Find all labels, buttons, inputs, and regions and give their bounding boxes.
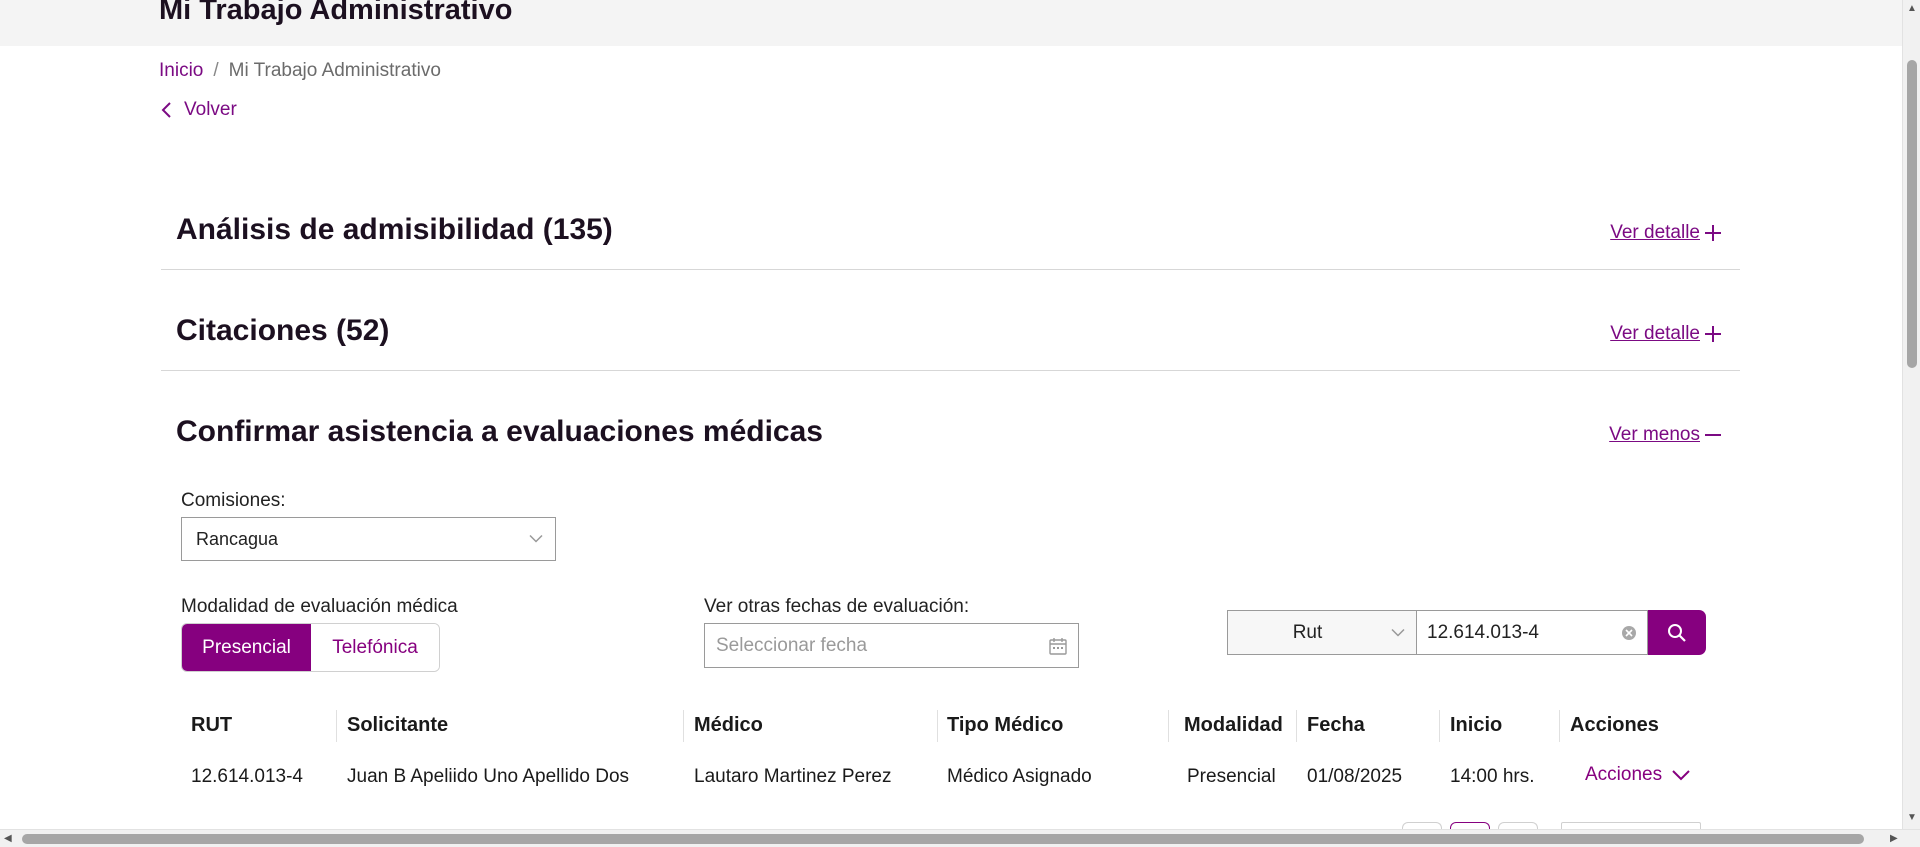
page-title: Mi Trabajo Administrativo (159, 0, 513, 26)
scroll-left-arrow-icon[interactable]: ◀ (4, 834, 12, 844)
search-type-select[interactable]: Rut (1227, 610, 1417, 655)
cell-inicio: 14:00 hrs. (1450, 766, 1535, 787)
breadcrumb: Inicio / Mi Trabajo Administrativo (159, 60, 441, 82)
search-button[interactable] (1648, 610, 1706, 655)
scroll-right-arrow-icon[interactable]: ▶ (1890, 834, 1898, 844)
ver-menos-link[interactable]: Ver menos (1609, 424, 1722, 446)
column-divider (336, 710, 337, 742)
comisiones-selected-value: Rancagua (196, 528, 279, 549)
section-confirmar-asistencia: Confirmar asistencia a evaluaciones médi… (161, 412, 1740, 462)
row-actions-label: Acciones (1585, 764, 1663, 785)
vertical-scrollbar-thumb[interactable] (1907, 60, 1917, 368)
cell-modalidad: Presencial (1187, 766, 1276, 787)
toggle-label: Ver detalle (1610, 222, 1700, 243)
minus-icon (1705, 434, 1721, 436)
column-divider (683, 710, 684, 742)
rut-search-input[interactable]: 12.614.013-4 (1416, 610, 1648, 655)
comisiones-select[interactable]: Rancagua (181, 517, 556, 561)
comisiones-label: Comisiones: (181, 490, 286, 511)
section-admisibilidad: Análisis de admisibilidad (135) Ver deta… (161, 210, 1740, 270)
calendar-icon[interactable] (1048, 636, 1068, 656)
cell-fecha: 01/08/2025 (1307, 766, 1403, 787)
col-header-rut: RUT (191, 714, 233, 736)
search-icon (1668, 623, 1686, 642)
toggle-label: Ver detalle (1610, 323, 1700, 344)
chevron-down-icon (529, 534, 543, 543)
section-citaciones: Citaciones (52) Ver detalle (161, 311, 1740, 371)
plus-icon (1705, 326, 1721, 342)
col-header-solicitante: Solicitante (347, 714, 449, 736)
col-header-inicio: Inicio (1450, 714, 1503, 736)
row-actions-dropdown[interactable]: Acciones (1585, 764, 1690, 786)
chevron-down-icon (1672, 769, 1690, 780)
modalidad-label: Modalidad de evaluación médica (181, 596, 458, 617)
breadcrumb-current: Mi Trabajo Administrativo (228, 60, 441, 81)
cell-tipo-medico: Médico Asignado (947, 766, 1092, 787)
section-title-confirmar-asistencia: Confirmar asistencia a evaluaciones médi… (176, 415, 823, 448)
breadcrumb-separator: / (213, 60, 219, 81)
telefonica-toggle[interactable]: Telefónica (311, 624, 439, 671)
cell-solicitante: Juan B Apeliido Uno Apellido Dos (347, 766, 630, 787)
search-type-value: Rut (1292, 621, 1323, 643)
fecha-placeholder: Seleccionar fecha (716, 634, 868, 656)
horizontal-scrollbar[interactable]: ◀ ▶ (0, 829, 1920, 847)
section-title-citaciones: Citaciones (52) (176, 314, 390, 347)
chevron-down-icon (1391, 628, 1405, 637)
ver-detalle-admisibilidad-link[interactable]: Ver detalle (1610, 222, 1722, 244)
back-link[interactable]: Volver (160, 99, 237, 121)
rut-search-value: 12.614.013-4 (1427, 621, 1539, 643)
column-divider (1296, 710, 1297, 742)
fecha-label: Ver otras fechas de evaluación: (704, 596, 970, 617)
vertical-scrollbar[interactable]: ▲ ▼ (1902, 0, 1920, 829)
column-divider (937, 710, 938, 742)
ver-detalle-citaciones-link[interactable]: Ver detalle (1610, 323, 1722, 345)
scroll-down-arrow-icon[interactable]: ▼ (1907, 813, 1917, 823)
cell-medico: Lautaro Martinez Perez (694, 766, 892, 787)
column-divider (1439, 710, 1440, 742)
col-header-medico: Médico (694, 714, 763, 736)
chevron-left-icon (161, 102, 171, 118)
clear-icon[interactable] (1621, 625, 1637, 641)
presencial-toggle[interactable]: Presencial (182, 624, 311, 671)
col-header-modalidad: Modalidad (1184, 714, 1283, 736)
breadcrumb-home-link[interactable]: Inicio (159, 60, 203, 81)
scroll-up-arrow-icon[interactable]: ▲ (1907, 4, 1917, 14)
back-link-label: Volver (184, 99, 237, 120)
section-title-admisibilidad: Análisis de admisibilidad (135) (176, 213, 613, 246)
col-header-fecha: Fecha (1307, 714, 1365, 736)
col-header-acciones: Acciones (1570, 714, 1659, 736)
fecha-input[interactable]: Seleccionar fecha (704, 623, 1079, 668)
column-divider (1168, 710, 1169, 742)
modalidad-toggle-group: Presencial Telefónica (181, 623, 440, 672)
cell-rut: 12.614.013-4 (191, 766, 303, 787)
column-divider (1559, 710, 1560, 742)
section-divider (161, 269, 1740, 270)
col-header-tipo-medico: Tipo Médico (947, 714, 1064, 736)
horizontal-scrollbar-thumb[interactable] (22, 834, 1864, 844)
section-divider (161, 370, 1740, 371)
plus-icon (1705, 225, 1721, 241)
toggle-label: Ver menos (1609, 424, 1700, 445)
